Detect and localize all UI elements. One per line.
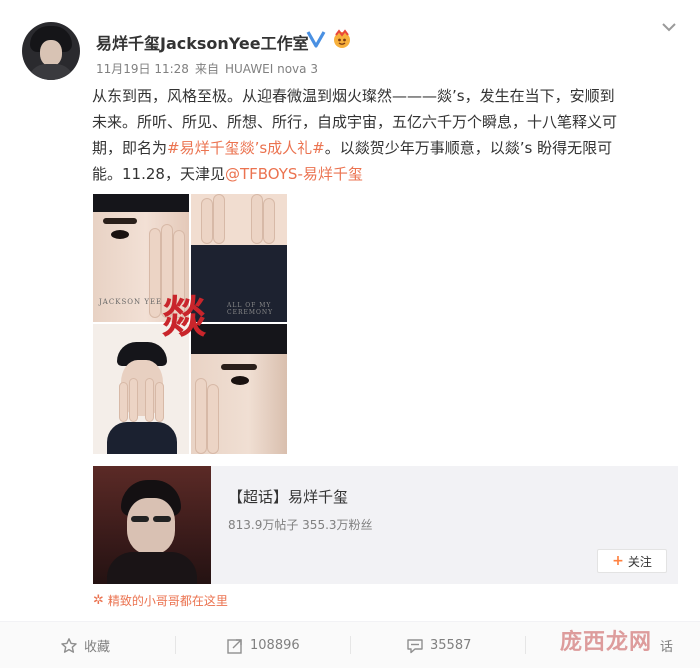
divider <box>350 636 351 654</box>
tagline-text: 精致的小哥哥都在这里 <box>107 594 228 608</box>
poster-caption-left: JACKSON YEE <box>99 298 163 306</box>
star-icon <box>61 637 77 653</box>
favorite-label: 收藏 <box>84 640 111 655</box>
poster-caption-right: ALL OF MY CEREMONY <box>227 302 274 316</box>
favorite-button[interactable]: 收藏 <box>60 622 110 668</box>
post-image-3[interactable] <box>93 324 189 454</box>
weibo-post-card: 易烊千玺JacksonYee工作室 11月19日 11:28 来自 HUAWEI n… <box>0 0 700 668</box>
comment-icon <box>407 638 423 653</box>
chevron-down-icon[interactable] <box>660 20 678 34</box>
topic-cover-image[interactable] <box>93 466 211 584</box>
comment-count: 35587 <box>430 638 472 653</box>
member-badge-icon[interactable] <box>332 29 352 49</box>
source-prefix: 来自 <box>194 62 219 76</box>
site-watermark: 庞西龙网 <box>560 630 653 655</box>
comment-button[interactable]: 35587 <box>406 622 471 668</box>
repost-icon <box>227 638 242 654</box>
like-label: 话 <box>660 640 674 655</box>
post-image-4[interactable] <box>191 324 287 454</box>
follow-button[interactable]: + 关注 <box>597 549 667 573</box>
verified-badge-icon <box>306 31 326 48</box>
divider <box>525 636 526 654</box>
super-topic-card[interactable]: 【超话】易烊千玺 813.9万帖子 355.3万粉丝 + 关注 <box>93 466 678 584</box>
topic-title[interactable]: 【超话】易烊千玺 <box>228 486 348 507</box>
post-source[interactable]: HUAWEI nova 3 <box>225 62 318 76</box>
divider <box>175 636 176 654</box>
post-meta: 11月19日 11:28 来自 HUAWEI nova 3 <box>96 60 324 77</box>
hashtag-link[interactable]: #易烊千玺燚’s成人礼# <box>167 139 325 157</box>
poster-character: 燚 <box>162 292 206 343</box>
topic-stats: 813.9万帖子 355.3万粉丝 <box>228 518 373 532</box>
sparkle-icon: ✲ <box>93 593 104 608</box>
post-text-line-1: 从东到西，风格至极。从迎春微温到烟火璨然———燚’s，发生在当下，安顺到 <box>92 87 615 105</box>
post-text: 从东到西，风格至极。从迎春微温到烟火璨然———燚’s，发生在当下，安顺到 未来。… <box>92 83 678 187</box>
author-avatar[interactable] <box>22 22 80 80</box>
like-button[interactable]: 话 <box>660 622 673 668</box>
post-text-line-3: 期，即名为#易烊千玺燚’s成人礼#。以燚贺少年万事顺意，以燚’s 盼得无限可 <box>92 139 613 157</box>
topic-tagline[interactable]: ✲ 精致的小哥哥都在这里 <box>93 592 228 609</box>
post-text-line-4: 能。11.28，天津见@TFBOYS-易烊千玺 <box>92 165 363 183</box>
post-text-line-2: 未来。所听、所见、所想、所行，自成宇宙，五亿六千万个瞬息，十八笔释义可 <box>92 113 618 131</box>
mention-link[interactable]: @TFBOYS-易烊千玺 <box>225 165 363 183</box>
plus-icon: + <box>612 553 624 569</box>
post-time[interactable]: 11月19日 11:28 <box>96 62 189 76</box>
follow-label: 关注 <box>627 554 652 569</box>
repost-count: 108896 <box>250 638 300 653</box>
author-name[interactable]: 易烊千玺JacksonYee工作室 <box>96 30 309 54</box>
repost-button[interactable]: 108896 <box>226 622 300 668</box>
